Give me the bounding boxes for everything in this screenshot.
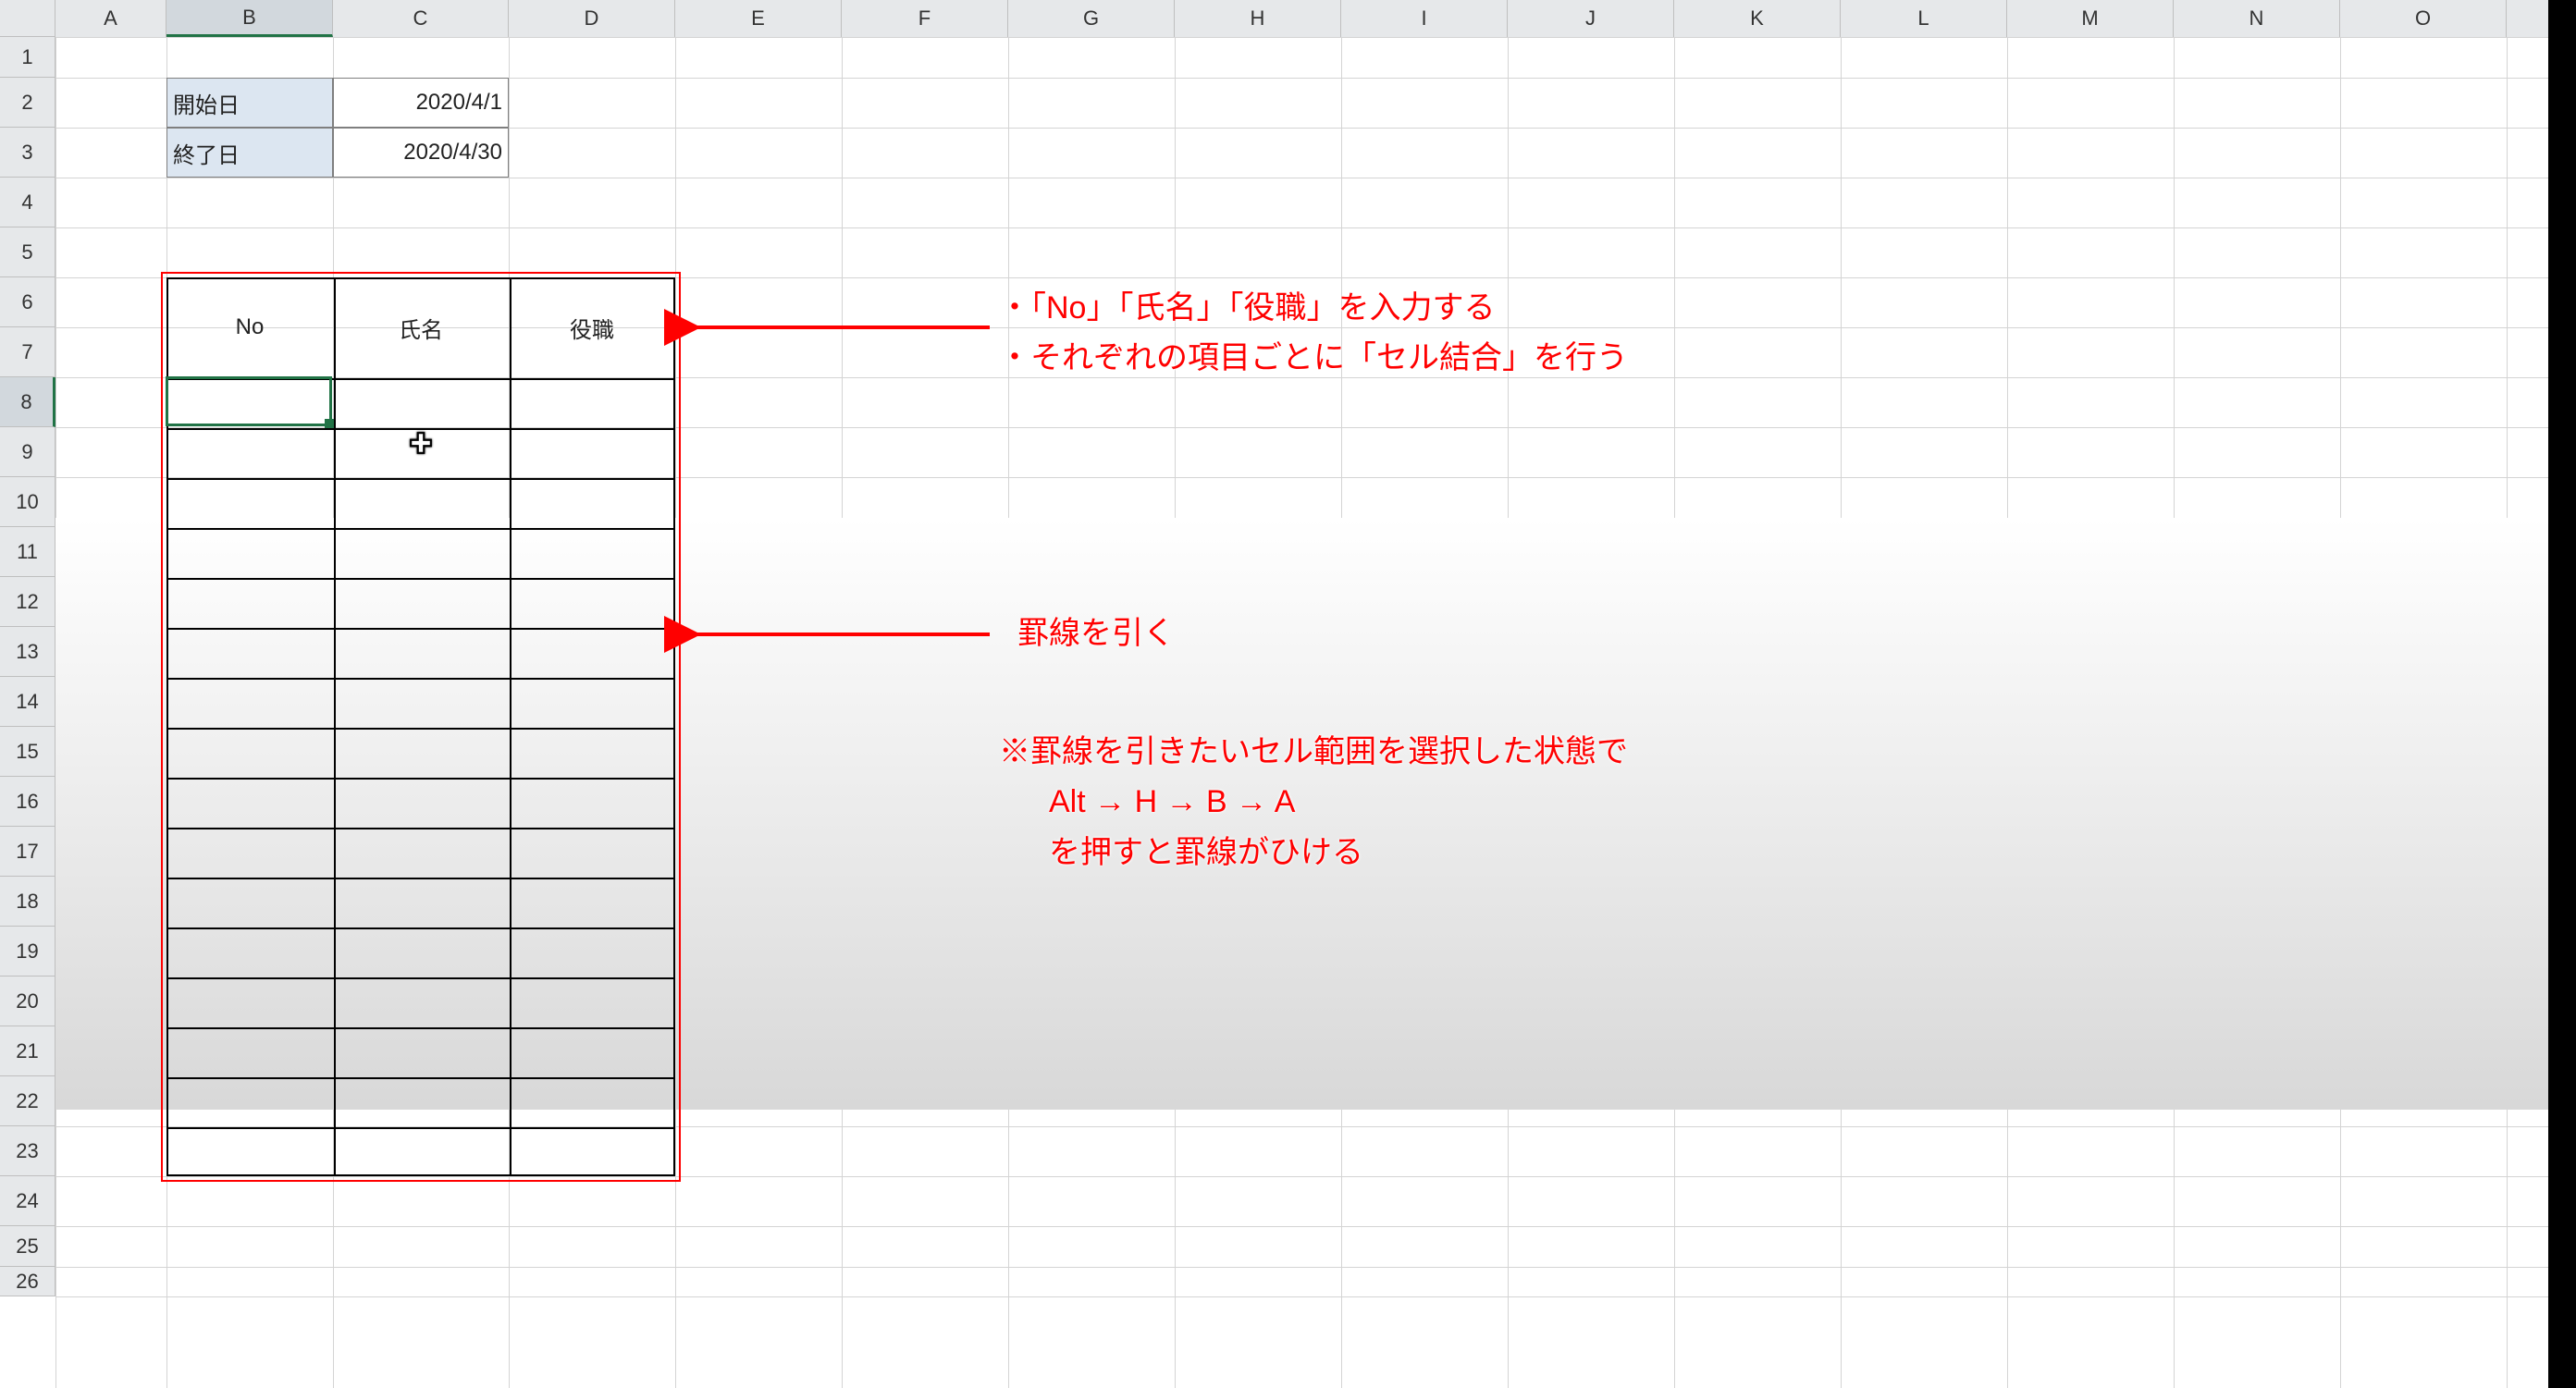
text: 氏名	[399, 312, 443, 344]
right-edge	[2548, 0, 2576, 1388]
col-head-I[interactable]: I	[1341, 0, 1508, 37]
col-head-H[interactable]: H	[1175, 0, 1341, 37]
excel-cursor-icon	[409, 431, 433, 455]
text: を押すと罫線がひける	[999, 828, 1363, 878]
col-head-E[interactable]: E	[675, 0, 842, 37]
col-head-M[interactable]: M	[2007, 0, 2174, 37]
row-head-13[interactable]: 13	[0, 627, 55, 677]
header-name[interactable]: 氏名	[333, 277, 509, 377]
row-head-7[interactable]: 7	[0, 327, 55, 377]
col-head-G[interactable]: G	[1008, 0, 1175, 37]
text: ・それぞれの項目ごとに「セル結合」を行う	[999, 333, 1628, 383]
cell-end-value[interactable]: 2020/4/30	[333, 128, 509, 178]
col-head-F[interactable]: F	[842, 0, 1008, 37]
col-head-O[interactable]: O	[2340, 0, 2507, 37]
row-head-22[interactable]: 22	[0, 1076, 55, 1126]
text: 罫線を引く	[1017, 608, 1175, 658]
row-head-1[interactable]: 1	[0, 37, 55, 78]
col-head-B[interactable]: B	[166, 0, 333, 37]
highlight-box	[161, 272, 681, 1182]
row-head-15[interactable]: 15	[0, 727, 55, 777]
header-role[interactable]: 役職	[509, 277, 675, 377]
col-head-C[interactable]: C	[333, 0, 509, 37]
cell-end-label[interactable]: 終了日	[166, 128, 333, 178]
col-head-J[interactable]: J	[1508, 0, 1674, 37]
annotation-input-headers: ・「No」「氏名」「役職」を入力する ・それぞれの項目ごとに「セル結合」を行う	[999, 283, 1628, 384]
text: 終了日	[173, 137, 240, 169]
cell-start-label[interactable]: 開始日	[166, 78, 333, 128]
select-all-corner[interactable]	[0, 0, 55, 37]
row-head-6[interactable]: 6	[0, 277, 55, 327]
text: 2020/4/1	[416, 90, 502, 116]
text: 役職	[570, 312, 614, 344]
text: ※罫線を引きたいセル範囲を選択した状態で	[999, 727, 1628, 777]
row-head-12[interactable]: 12	[0, 577, 55, 627]
cell-start-value[interactable]: 2020/4/1	[333, 78, 509, 128]
row-head-20[interactable]: 20	[0, 977, 55, 1026]
row-head-24[interactable]: 24	[0, 1176, 55, 1226]
row-head-23[interactable]: 23	[0, 1126, 55, 1176]
annotation-draw-borders: 罫線を引く	[1017, 608, 1175, 658]
row-head-17[interactable]: 17	[0, 827, 55, 877]
text: 2020/4/30	[403, 140, 502, 166]
col-head-D[interactable]: D	[509, 0, 675, 37]
row-head-9[interactable]: 9	[0, 427, 55, 477]
row-head-8[interactable]: 8	[0, 377, 55, 427]
arrow-annotation-2	[694, 621, 1008, 647]
col-head-K[interactable]: K	[1674, 0, 1841, 37]
spreadsheet: ABCDEFGHIJKLMNOP 12345678910111213141516…	[0, 0, 2576, 1388]
row-head-25[interactable]: 25	[0, 1226, 55, 1267]
text: Alt → H → B → A	[999, 777, 1295, 827]
text: 開始日	[173, 87, 240, 119]
text: No	[236, 314, 265, 340]
col-head-N[interactable]: N	[2174, 0, 2340, 37]
column-headers: ABCDEFGHIJKLMNOP	[0, 0, 2576, 37]
row-head-4[interactable]: 4	[0, 178, 55, 227]
row-head-2[interactable]: 2	[0, 78, 55, 128]
row-head-14[interactable]: 14	[0, 677, 55, 727]
annotation-shortcut: ※罫線を引きたいセル範囲を選択した状態で Alt → H → B → A を押す…	[999, 727, 1628, 878]
row-head-19[interactable]: 19	[0, 927, 55, 977]
text: ・「No」「氏名」「役職」を入力する	[999, 283, 1628, 333]
row-head-11[interactable]: 11	[0, 527, 55, 577]
row-head-16[interactable]: 16	[0, 777, 55, 827]
row-head-3[interactable]: 3	[0, 128, 55, 178]
grid-area[interactable]: 開始日 2020/4/1 終了日 2020/4/30 No 氏名 役職	[55, 37, 2576, 1388]
col-head-L[interactable]: L	[1841, 0, 2007, 37]
arrow-annotation-1	[694, 314, 1008, 340]
row-head-21[interactable]: 21	[0, 1026, 55, 1076]
row-head-10[interactable]: 10	[0, 477, 55, 527]
header-no[interactable]: No	[166, 277, 333, 377]
col-head-A[interactable]: A	[55, 0, 166, 37]
row-head-18[interactable]: 18	[0, 877, 55, 927]
row-headers: 1234567891011121314151617181920212223242…	[0, 37, 55, 1296]
row-head-5[interactable]: 5	[0, 227, 55, 277]
row-head-26[interactable]: 26	[0, 1267, 55, 1296]
